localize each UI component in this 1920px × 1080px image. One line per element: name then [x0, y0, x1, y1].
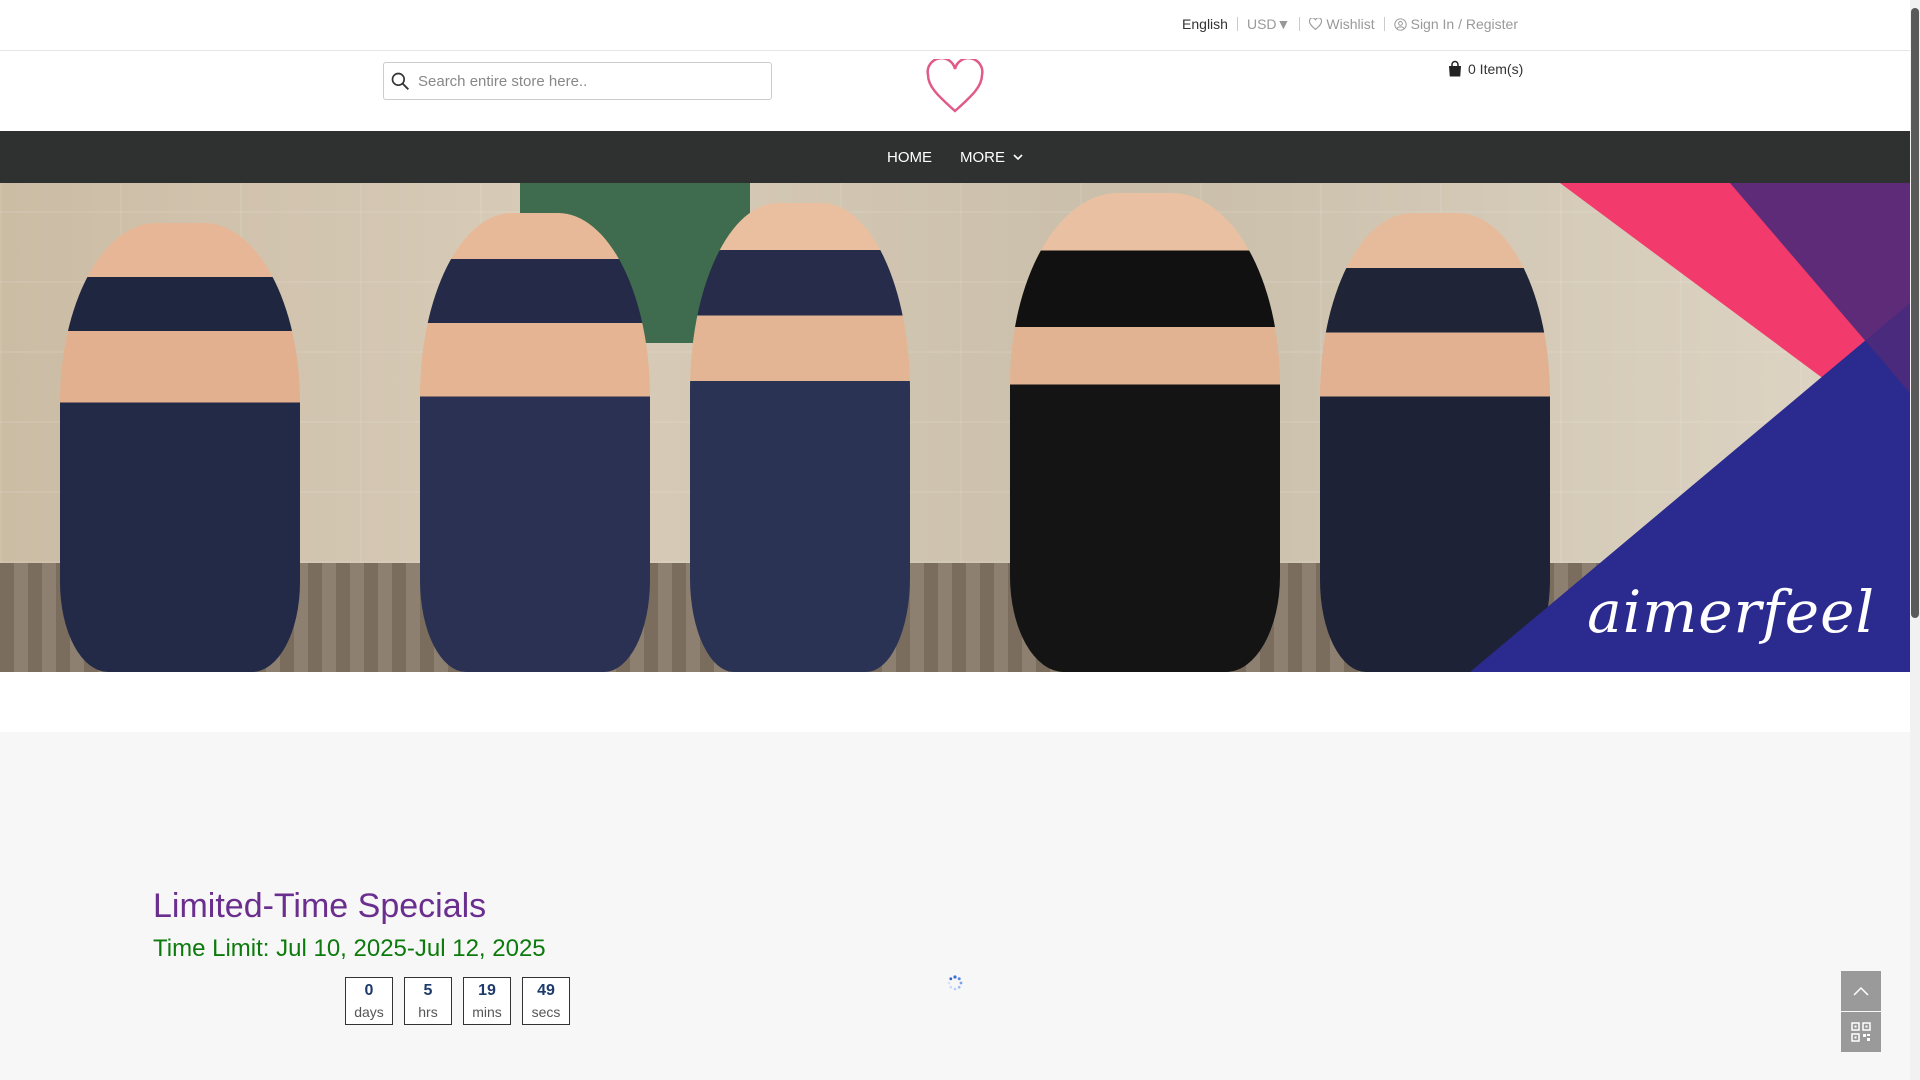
- search-box: [383, 62, 772, 100]
- model-figure: [690, 203, 910, 672]
- chevron-down-icon: [1013, 153, 1023, 160]
- currency-selector[interactable]: USD▼: [1238, 16, 1299, 32]
- specials-time-limit: Time Limit: Jul 10, 2025-Jul 12, 2025: [153, 935, 546, 962]
- site-header: 0 Item(s): [0, 51, 1910, 131]
- language-selector[interactable]: English: [1173, 16, 1237, 32]
- search-input[interactable]: [416, 71, 771, 91]
- countdown-timer: 0 days 5 hrs 19 mins 49 secs: [345, 977, 581, 1025]
- qr-code-button[interactable]: [1841, 1012, 1881, 1052]
- countdown-value: 5: [423, 981, 433, 999]
- loading-spinner-icon: [947, 975, 963, 991]
- chevron-up-icon: [1853, 986, 1869, 996]
- countdown-unit: hrs: [418, 1003, 438, 1020]
- specials-section: Limited-Time Specials Time Limit: Jul 10…: [0, 732, 1910, 1080]
- model-figure: [1010, 193, 1280, 672]
- heart-icon: [1309, 18, 1323, 30]
- hero-banner[interactable]: aimerfeel: [0, 183, 1910, 672]
- page-scrollbar[interactable]: [1910, 0, 1920, 1080]
- countdown-days: 0 days: [345, 977, 393, 1025]
- nav-home[interactable]: HOME: [873, 149, 946, 166]
- wishlist-link[interactable]: Wishlist: [1300, 16, 1383, 32]
- banner-brand-text: aimerfeel: [1587, 578, 1875, 646]
- back-to-top-button[interactable]: [1841, 971, 1881, 1011]
- signin-link[interactable]: Sign In / Register: [1385, 16, 1527, 32]
- countdown-seconds: 49 secs: [522, 977, 570, 1025]
- countdown-hours: 5 hrs: [404, 977, 452, 1025]
- top-links: English USD▼ Wishlist Sign In / Register: [1173, 16, 1527, 32]
- countdown-unit: mins: [472, 1003, 502, 1020]
- cart-link[interactable]: 0 Item(s): [1446, 60, 1523, 78]
- top-bar: English USD▼ Wishlist Sign In / Register: [0, 0, 1910, 51]
- nav-home-label: HOME: [887, 148, 932, 166]
- nav-more[interactable]: MORE: [946, 149, 1037, 166]
- countdown-value: 0: [364, 981, 374, 999]
- specials-title: Limited-Time Specials: [153, 887, 487, 925]
- wishlist-label: Wishlist: [1326, 16, 1375, 32]
- nav-more-label: MORE: [960, 148, 1005, 166]
- model-figure: [420, 213, 650, 672]
- countdown-value: 49: [537, 981, 555, 999]
- shopping-bag-icon: [1449, 60, 1461, 77]
- scrollbar-thumb[interactable]: [1911, 8, 1919, 618]
- countdown-minutes: 19 mins: [463, 977, 511, 1025]
- qr-code-icon: [1851, 1022, 1871, 1042]
- countdown-unit: secs: [531, 1003, 561, 1020]
- user-icon: [1393, 17, 1407, 31]
- model-figure: [60, 223, 300, 672]
- countdown-unit: days: [354, 1003, 384, 1020]
- signin-label: Sign In / Register: [1410, 16, 1518, 32]
- main-nav: HOME MORE: [0, 131, 1910, 183]
- heart-outline-logo[interactable]: [925, 56, 985, 115]
- countdown-value: 19: [478, 981, 496, 999]
- cart-count: 0 Item(s): [1468, 61, 1524, 77]
- search-icon[interactable]: [388, 69, 412, 93]
